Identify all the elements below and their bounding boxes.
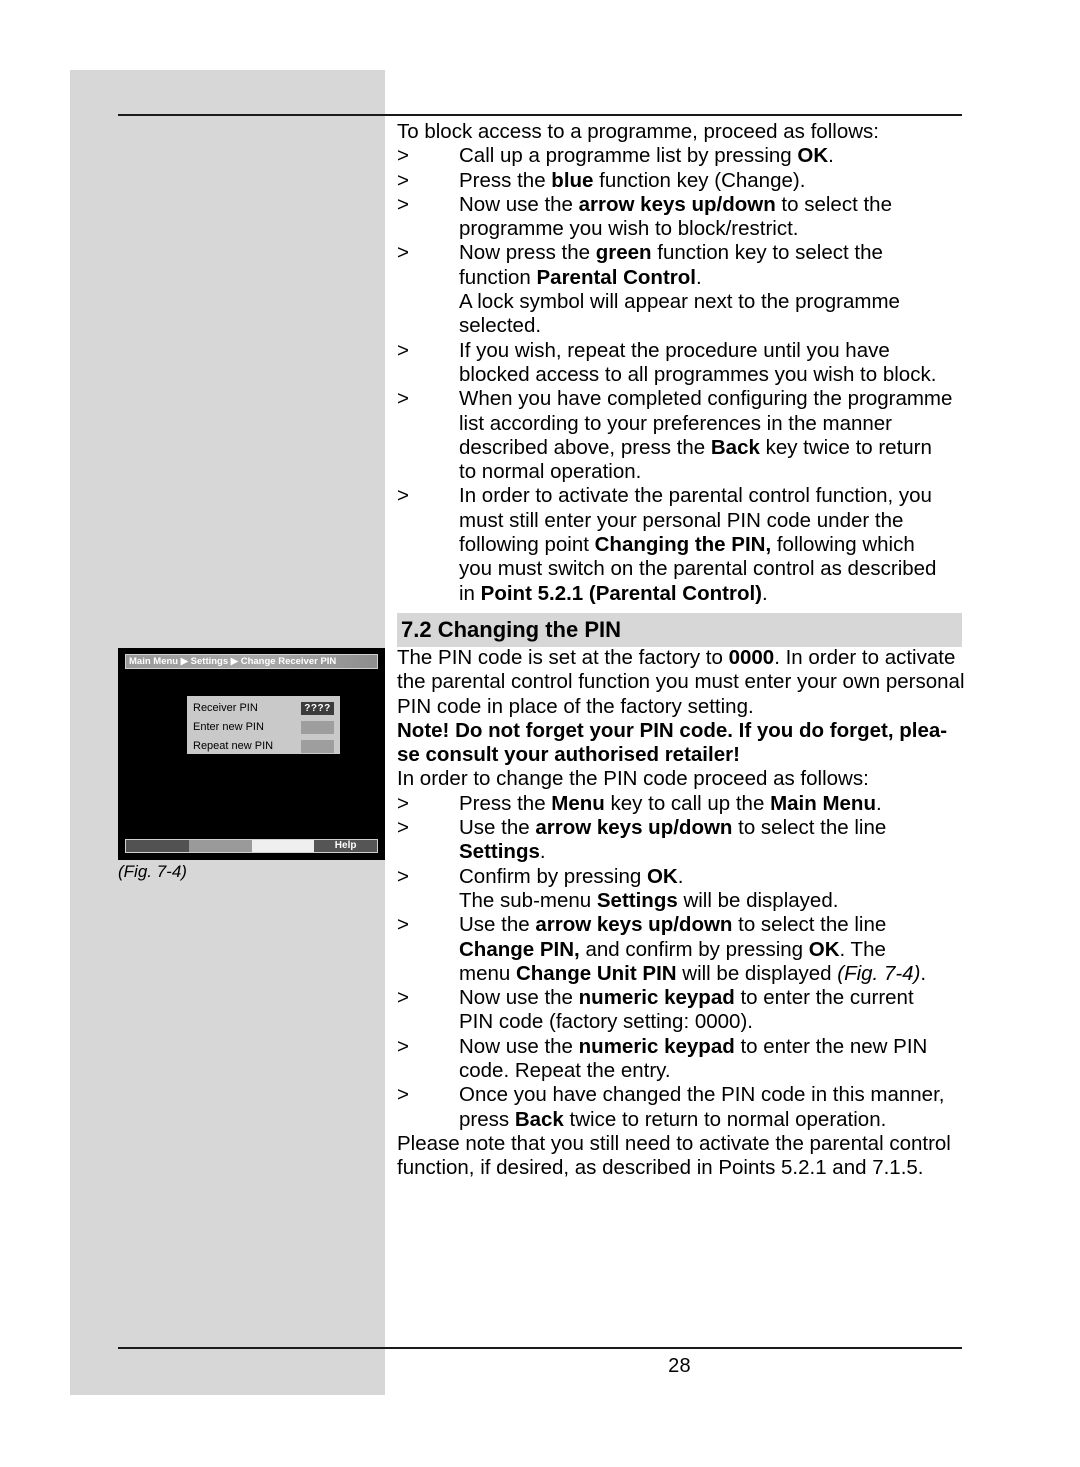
page-number: 28: [668, 1355, 691, 1377]
block-programme-step-item: > When you have completed configuring the…: [397, 387, 967, 484]
osd-field-repeat-new-pin[interactable]: [301, 739, 334, 753]
footer-rule: [118, 1347, 962, 1349]
osd-function-key-green[interactable]: [188, 840, 252, 852]
bullet-marker: >: [397, 338, 409, 362]
block-programme-step-item: > Call up a programme list by pressing OK…: [397, 144, 967, 168]
osd-row-receiver-pin: Receiver PIN ????: [187, 699, 340, 717]
osd-pin-panel: Receiver PIN ???? Enter new PIN Repeat n…: [187, 696, 340, 754]
change-pin-step-item-text: Use the arrow keys up/down to select the…: [459, 816, 887, 864]
block-programme-step-item-text: Now use the arrow keys up/down to select…: [459, 192, 892, 241]
change-pin-step-item-text: Press the Menu key to call up the Main M…: [459, 791, 882, 815]
block-programme-step-item-text: Now press the green function key to sele…: [459, 241, 900, 338]
block-programme-step-item-text: In order to activate the parental contro…: [459, 484, 937, 605]
change-pin-step-item-text: Use the arrow keys up/down to select the…: [459, 913, 927, 985]
main-text-column: To block access to a programme, proceed …: [397, 120, 967, 1180]
bullet-marker: >: [397, 864, 409, 888]
intro-lead-paragraph: To block access to a programme, proceed …: [397, 120, 879, 143]
pin-note-paragraph: Note! Do not forget your PIN code. If yo…: [397, 718, 948, 767]
osd-label-repeat-new-pin: Repeat new PIN: [193, 740, 274, 752]
change-pin-step-item: > Press the Menu key to call up the Main …: [397, 792, 967, 816]
heading-spacer: [397, 606, 967, 646]
osd-field-receiver-pin[interactable]: ????: [301, 701, 334, 715]
figure-change-receiver-pin: Main Menu ▶ Settings ▶ Change Receiver P…: [118, 648, 385, 860]
change-pin-step-item: > Confirm by pressing OK. The sub-menu Set…: [397, 865, 967, 914]
osd-function-key-bar: Help: [125, 839, 378, 853]
block-programme-step-item-text: Call up a programme list by pressing OK.: [459, 144, 834, 168]
bullet-marker: >: [397, 484, 409, 508]
block-programme-step-item-text: When you have completed configuring the …: [459, 387, 953, 484]
block-programme-step-item: > If you wish, repeat the procedure until…: [397, 339, 967, 388]
bullet-marker: >: [397, 1034, 409, 1058]
bullet-marker: >: [397, 168, 409, 192]
change-pin-step-item: > Now use the numeric keypad to enter the…: [397, 1035, 967, 1084]
osd-function-key-red[interactable]: [126, 840, 189, 852]
osd-breadcrumb: Main Menu ▶ Settings ▶ Change Receiver P…: [125, 654, 378, 669]
bullet-marker: >: [397, 913, 409, 937]
bullet-marker: >: [397, 387, 409, 411]
block-programme-step-item: > Now use the arrow keys up/down to selec…: [397, 193, 967, 242]
osd-function-key-help[interactable]: Help: [314, 840, 377, 852]
osd-function-key-yellow[interactable]: [251, 840, 315, 852]
change-pin-step-item-text: Now use the numeric keypad to enter the …: [459, 986, 914, 1034]
figure-caption: (Fig. 7-4): [118, 862, 187, 881]
bullet-marker: >: [397, 791, 409, 815]
block-programme-step-item-text: Press the blue function key (Change).: [459, 168, 806, 192]
change-pin-step-item: > Use the arrow keys up/down to select th…: [397, 913, 967, 986]
header-rule: [118, 114, 962, 116]
change-pin-step-item: > Now use the numeric keypad to enter the…: [397, 986, 967, 1035]
bullet-marker: >: [397, 816, 409, 840]
change-pin-step-item: > Use the arrow keys up/down to select th…: [397, 816, 967, 865]
block-programme-step-item-text: If you wish, repeat the procedure until …: [459, 338, 937, 386]
osd-field-enter-new-pin[interactable]: [301, 720, 334, 734]
bullet-marker: >: [397, 192, 409, 216]
bullet-marker: >: [397, 241, 409, 265]
osd-label-enter-new-pin: Enter new PIN: [193, 721, 264, 733]
change-pin-step-item-text: Confirm by pressing OK. The sub-menu Sett…: [459, 864, 839, 912]
osd-label-receiver-pin: Receiver PIN: [193, 702, 258, 714]
change-pin-step-item-text: Now use the numeric keypad to enter the …: [459, 1034, 928, 1082]
osd-row-repeat-new-pin: Repeat new PIN: [187, 737, 340, 755]
pin-intro-paragraph: The PIN code is set at the factory to 00…: [397, 645, 965, 718]
change-pin-step-item-text: Once you have changed the PIN code in th…: [459, 1083, 945, 1131]
change-pin-step-item: > Once you have changed the PIN code in t…: [397, 1083, 967, 1132]
block-programme-step-item: > In order to activate the parental contr…: [397, 484, 967, 605]
block-programme-step-item: > Now press the green function key to sel…: [397, 241, 967, 338]
bullet-marker: >: [397, 1083, 409, 1107]
block-programme-step-item: > Press the blue function key (Change).: [397, 169, 967, 193]
bullet-marker: >: [397, 986, 409, 1010]
pin-closing-paragraph: Please note that you still need to activ…: [397, 1131, 951, 1180]
pin-procedure-lead: In order to change the PIN code proceed …: [397, 767, 869, 791]
osd-row-enter-new-pin: Enter new PIN: [187, 718, 340, 736]
bullet-marker: >: [397, 144, 409, 168]
